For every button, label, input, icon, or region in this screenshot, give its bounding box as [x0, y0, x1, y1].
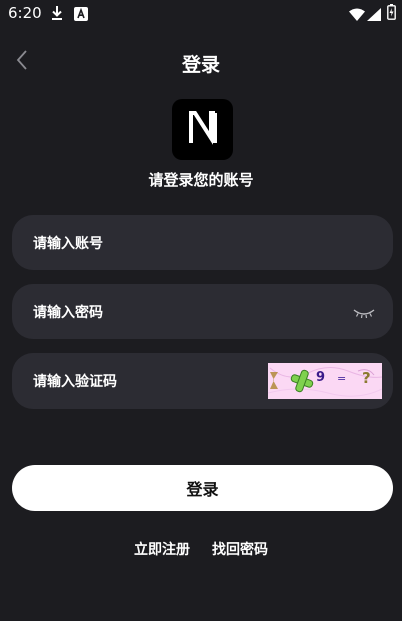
status-bar: 6:20: [0, 0, 402, 28]
forgot-password-link[interactable]: 找回密码: [212, 539, 268, 559]
register-link[interactable]: 立即注册: [134, 539, 190, 559]
captcha-char-2: =: [337, 372, 347, 385]
app-logo-n-icon: [185, 110, 221, 150]
captcha-input[interactable]: 请输入验证码 9 = ?: [12, 353, 393, 409]
nav-header: 登录: [0, 40, 402, 84]
account-input[interactable]: 请输入账号: [12, 215, 393, 270]
wifi-icon: [349, 6, 365, 25]
app-a-icon: [74, 6, 88, 25]
status-time: 6:20: [8, 4, 42, 22]
login-subtitle: 请登录您的账号: [148, 171, 254, 189]
app-logo: [172, 99, 233, 160]
battery-icon: [387, 4, 396, 24]
captcha-char-3: ?: [362, 369, 371, 387]
footer-links: 立即注册 找回密码: [0, 539, 402, 559]
password-input[interactable]: 请输入密码: [12, 284, 393, 339]
captcha-image[interactable]: 9 = ?: [268, 363, 382, 399]
account-placeholder: 请输入账号: [33, 235, 103, 252]
password-placeholder: 请输入密码: [33, 304, 103, 321]
eye-closed-icon[interactable]: [353, 305, 375, 319]
login-button[interactable]: 登录: [12, 465, 393, 511]
signal-icon: [367, 6, 381, 25]
captcha-placeholder: 请输入验证码: [33, 374, 117, 390]
page-title: 登录: [181, 54, 220, 76]
download-icon: [50, 5, 64, 25]
captcha-char-1: 9: [316, 370, 326, 385]
